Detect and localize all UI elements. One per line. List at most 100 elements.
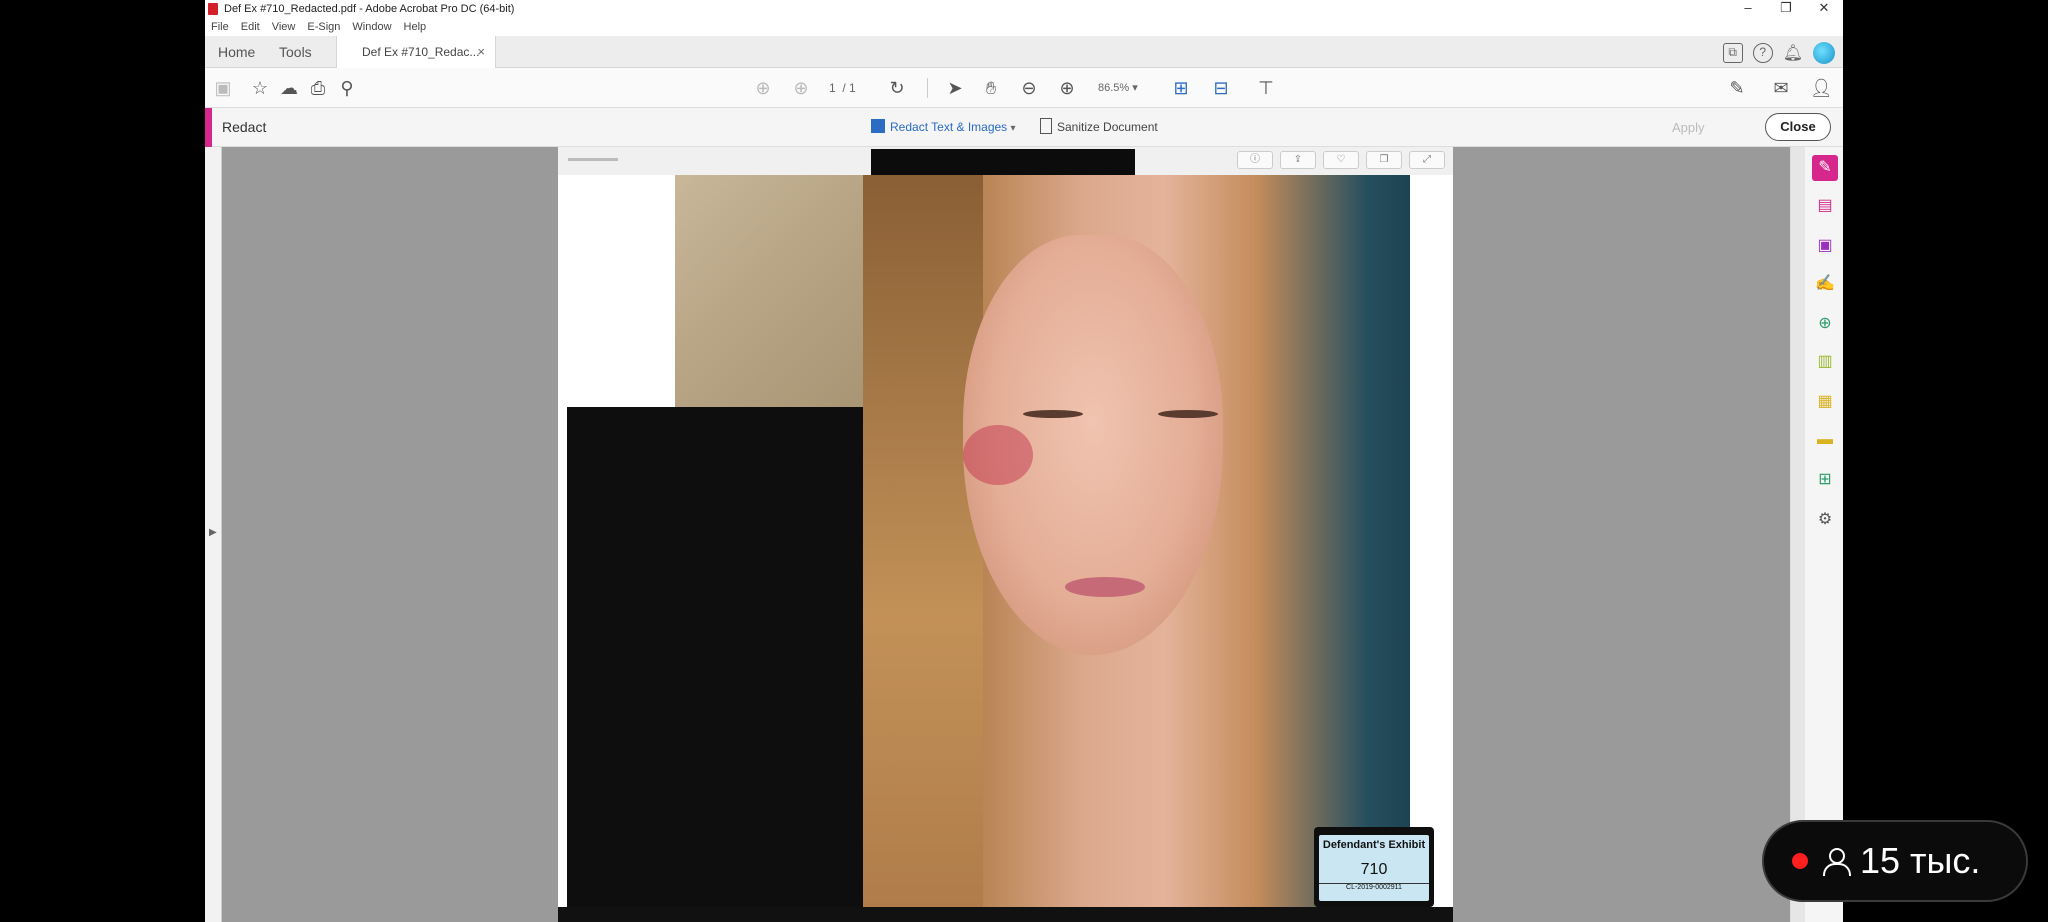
sanitize-document-label: Sanitize Document (1057, 120, 1158, 134)
redact-text-images-button[interactable]: Redact Text & Images ▾ (871, 117, 1016, 139)
comment-icon[interactable]: ▬ (1812, 427, 1838, 453)
tabbar-actions: ⧉ ? 🔔︎ (1722, 42, 1835, 64)
redact-icon (871, 119, 885, 133)
expand-icon[interactable]: ⤢ (1409, 151, 1445, 169)
menu-edit[interactable]: Edit (241, 21, 260, 33)
fill-sign-icon[interactable]: ✎ (1727, 78, 1747, 98)
add-user-icon[interactable]: 👤︎ (1810, 78, 1833, 98)
redact-accent (205, 108, 212, 147)
fit-page-icon[interactable]: ⊞ (1171, 78, 1191, 98)
compare-icon[interactable]: ▥ (1812, 349, 1838, 375)
expand-pane-icon[interactable]: ▶ (209, 527, 217, 538)
redact-toolbar: Redact Redact Text & Images ▾ Sanitize D… (205, 108, 1843, 147)
window-title: Def Ex #710_Redacted.pdf - Adobe Acrobat… (224, 3, 515, 15)
document-area[interactable]: ▶ ⓘ ⇪ ♡ ❐ ⤢ Defendant's Exhibit 710 CL-2… (205, 147, 1790, 922)
sign-icon[interactable]: ✍ (1812, 271, 1838, 297)
page-total: / 1 (842, 81, 856, 95)
star-icon[interactable]: ☆ (250, 78, 270, 98)
page-tools: ⓘ ⇪ ♡ ❐ ⤢ (1237, 151, 1445, 169)
hand-tool-icon[interactable]: ✋︎ (981, 78, 1001, 98)
share-icon[interactable]: ⇪ (1280, 151, 1316, 169)
menu-view[interactable]: View (272, 21, 296, 33)
chevron-down-icon: ▾ (1010, 123, 1016, 134)
redaction-box-left (567, 407, 863, 922)
stamp-icon[interactable]: ⊤ (1256, 78, 1276, 98)
share-screen-icon[interactable]: ⧉ (1722, 43, 1743, 63)
cloud-upload-icon[interactable]: ☁ (279, 78, 299, 98)
menu-help[interactable]: Help (404, 21, 427, 33)
exhibit-title: Defendant's Exhibit (1322, 839, 1426, 851)
tab-tools[interactable]: Tools (279, 36, 312, 68)
photo-mouth (1065, 577, 1145, 597)
page-up-icon[interactable]: ⊕ (753, 78, 773, 98)
page-slider[interactable] (568, 158, 618, 161)
search-icon[interactable]: ⚲ (337, 78, 357, 98)
exhibit-case: CL-2019-0002911 (1319, 883, 1429, 891)
print-icon[interactable]: ⎙ (308, 78, 328, 98)
title-bar: Def Ex #710_Redacted.pdf - Adobe Acrobat… (205, 0, 1843, 18)
right-tools-pane: ✎ ▤ ▣ ✍ ⊕ ▥ ▦ ▬ ⊞ ⚙ (1790, 147, 1843, 922)
redact-tool-icon[interactable]: ✎ (1812, 155, 1838, 181)
apply-button[interactable]: Apply (1672, 118, 1705, 138)
page-bottom-edge (558, 907, 1453, 922)
toolbar-divider (927, 78, 928, 98)
close-tab-icon[interactable]: × (477, 36, 485, 68)
help-icon[interactable]: ? (1752, 43, 1773, 63)
tab-document[interactable]: Def Ex #710_Redac... × (336, 36, 496, 68)
acrobat-window: Def Ex #710_Redacted.pdf - Adobe Acrobat… (205, 0, 1843, 922)
heart-icon[interactable]: ♡ (1323, 151, 1359, 169)
menu-bar: File Edit View E-Sign Window Help (205, 18, 438, 36)
info-icon[interactable]: ⓘ (1237, 151, 1273, 169)
exhibit-photo (863, 175, 1410, 907)
select-cursor-icon[interactable]: ➤ (945, 78, 965, 98)
photo-wall-background (675, 175, 865, 407)
print-production-icon[interactable]: ⊞ (1812, 467, 1838, 493)
menu-window[interactable]: Window (352, 21, 391, 33)
copy-icon[interactable]: ❐ (1366, 151, 1402, 169)
close-redact-button[interactable]: Close (1765, 113, 1831, 141)
sanitize-icon (1040, 118, 1052, 134)
pdf-page: ⓘ ⇪ ♡ ❐ ⤢ Defendant's Exhibit 710 CL-201… (558, 147, 1453, 922)
create-pdf-icon[interactable]: ▣ (1812, 233, 1838, 259)
tab-home[interactable]: Home (218, 36, 255, 68)
page-current-input[interactable]: 1 (829, 81, 836, 95)
photo-eye-left (1023, 410, 1083, 418)
tab-bar: Home Tools Def Ex #710_Redac... × ⧉ ? 🔔︎ (205, 36, 1843, 68)
redact-text-images-label: Redact Text & Images (890, 120, 1008, 134)
acrobat-logo-icon (208, 3, 218, 15)
rotate-icon[interactable]: ↻ (887, 78, 907, 98)
maximize-button[interactable]: ❐ (1767, 0, 1805, 18)
photo-hair (863, 175, 983, 907)
email-icon[interactable]: ✉ (1771, 78, 1791, 98)
redact-title: Redact (222, 119, 267, 135)
menu-file[interactable]: File (211, 21, 229, 33)
photo-eye-right (1158, 410, 1218, 418)
live-dot-icon (1792, 853, 1808, 869)
exhibit-number: 710 (1360, 861, 1388, 878)
avatar[interactable] (1813, 42, 1835, 64)
exhibit-sticker: Defendant's Exhibit 710 CL-2019-0002911 (1314, 827, 1434, 907)
redaction-box-top (871, 149, 1135, 177)
close-window-button[interactable]: ✕ (1805, 0, 1843, 18)
zoom-value: 86.5% (1098, 82, 1130, 94)
export-pdf-icon[interactable]: ⊕ (1812, 311, 1838, 337)
protect-icon[interactable]: ▦ (1812, 389, 1838, 415)
menu-esign[interactable]: E-Sign (307, 21, 340, 33)
minimize-button[interactable]: – (1729, 0, 1767, 18)
organize-pages-icon[interactable]: ▤ (1812, 193, 1838, 219)
zoom-in-icon[interactable]: ⊕ (1057, 78, 1077, 98)
window-controls: – ❐ ✕ (1729, 0, 1843, 18)
sanitize-document-button[interactable]: Sanitize Document (1040, 117, 1158, 137)
bell-icon[interactable]: 🔔︎ (1783, 43, 1803, 63)
save-icon[interactable]: ▣ (213, 78, 233, 98)
more-tools-icon[interactable]: ⚙ (1812, 507, 1838, 533)
page-down-icon[interactable]: ⊕ (791, 78, 811, 98)
scrollbar[interactable] (1791, 147, 1805, 922)
zoom-level[interactable]: 86.5% ▾ (1098, 78, 1138, 98)
zoom-out-icon[interactable]: ⊖ (1019, 78, 1039, 98)
page-display-icon[interactable]: ⊟ (1211, 78, 1231, 98)
exhibit-label: Defendant's Exhibit 710 CL-2019-0002911 (1319, 835, 1429, 901)
left-nav-pane: ▶ (205, 147, 222, 922)
main-toolbar: ▣ ☆ ☁ ⎙ ⚲ ⊕ ⊕ 1 / 1 ↻ ➤ ✋︎ ⊖ ⊕ 86.5% ▾ ⊞… (205, 68, 1843, 108)
live-viewers-badge: 15 тыс. (1762, 820, 2028, 902)
